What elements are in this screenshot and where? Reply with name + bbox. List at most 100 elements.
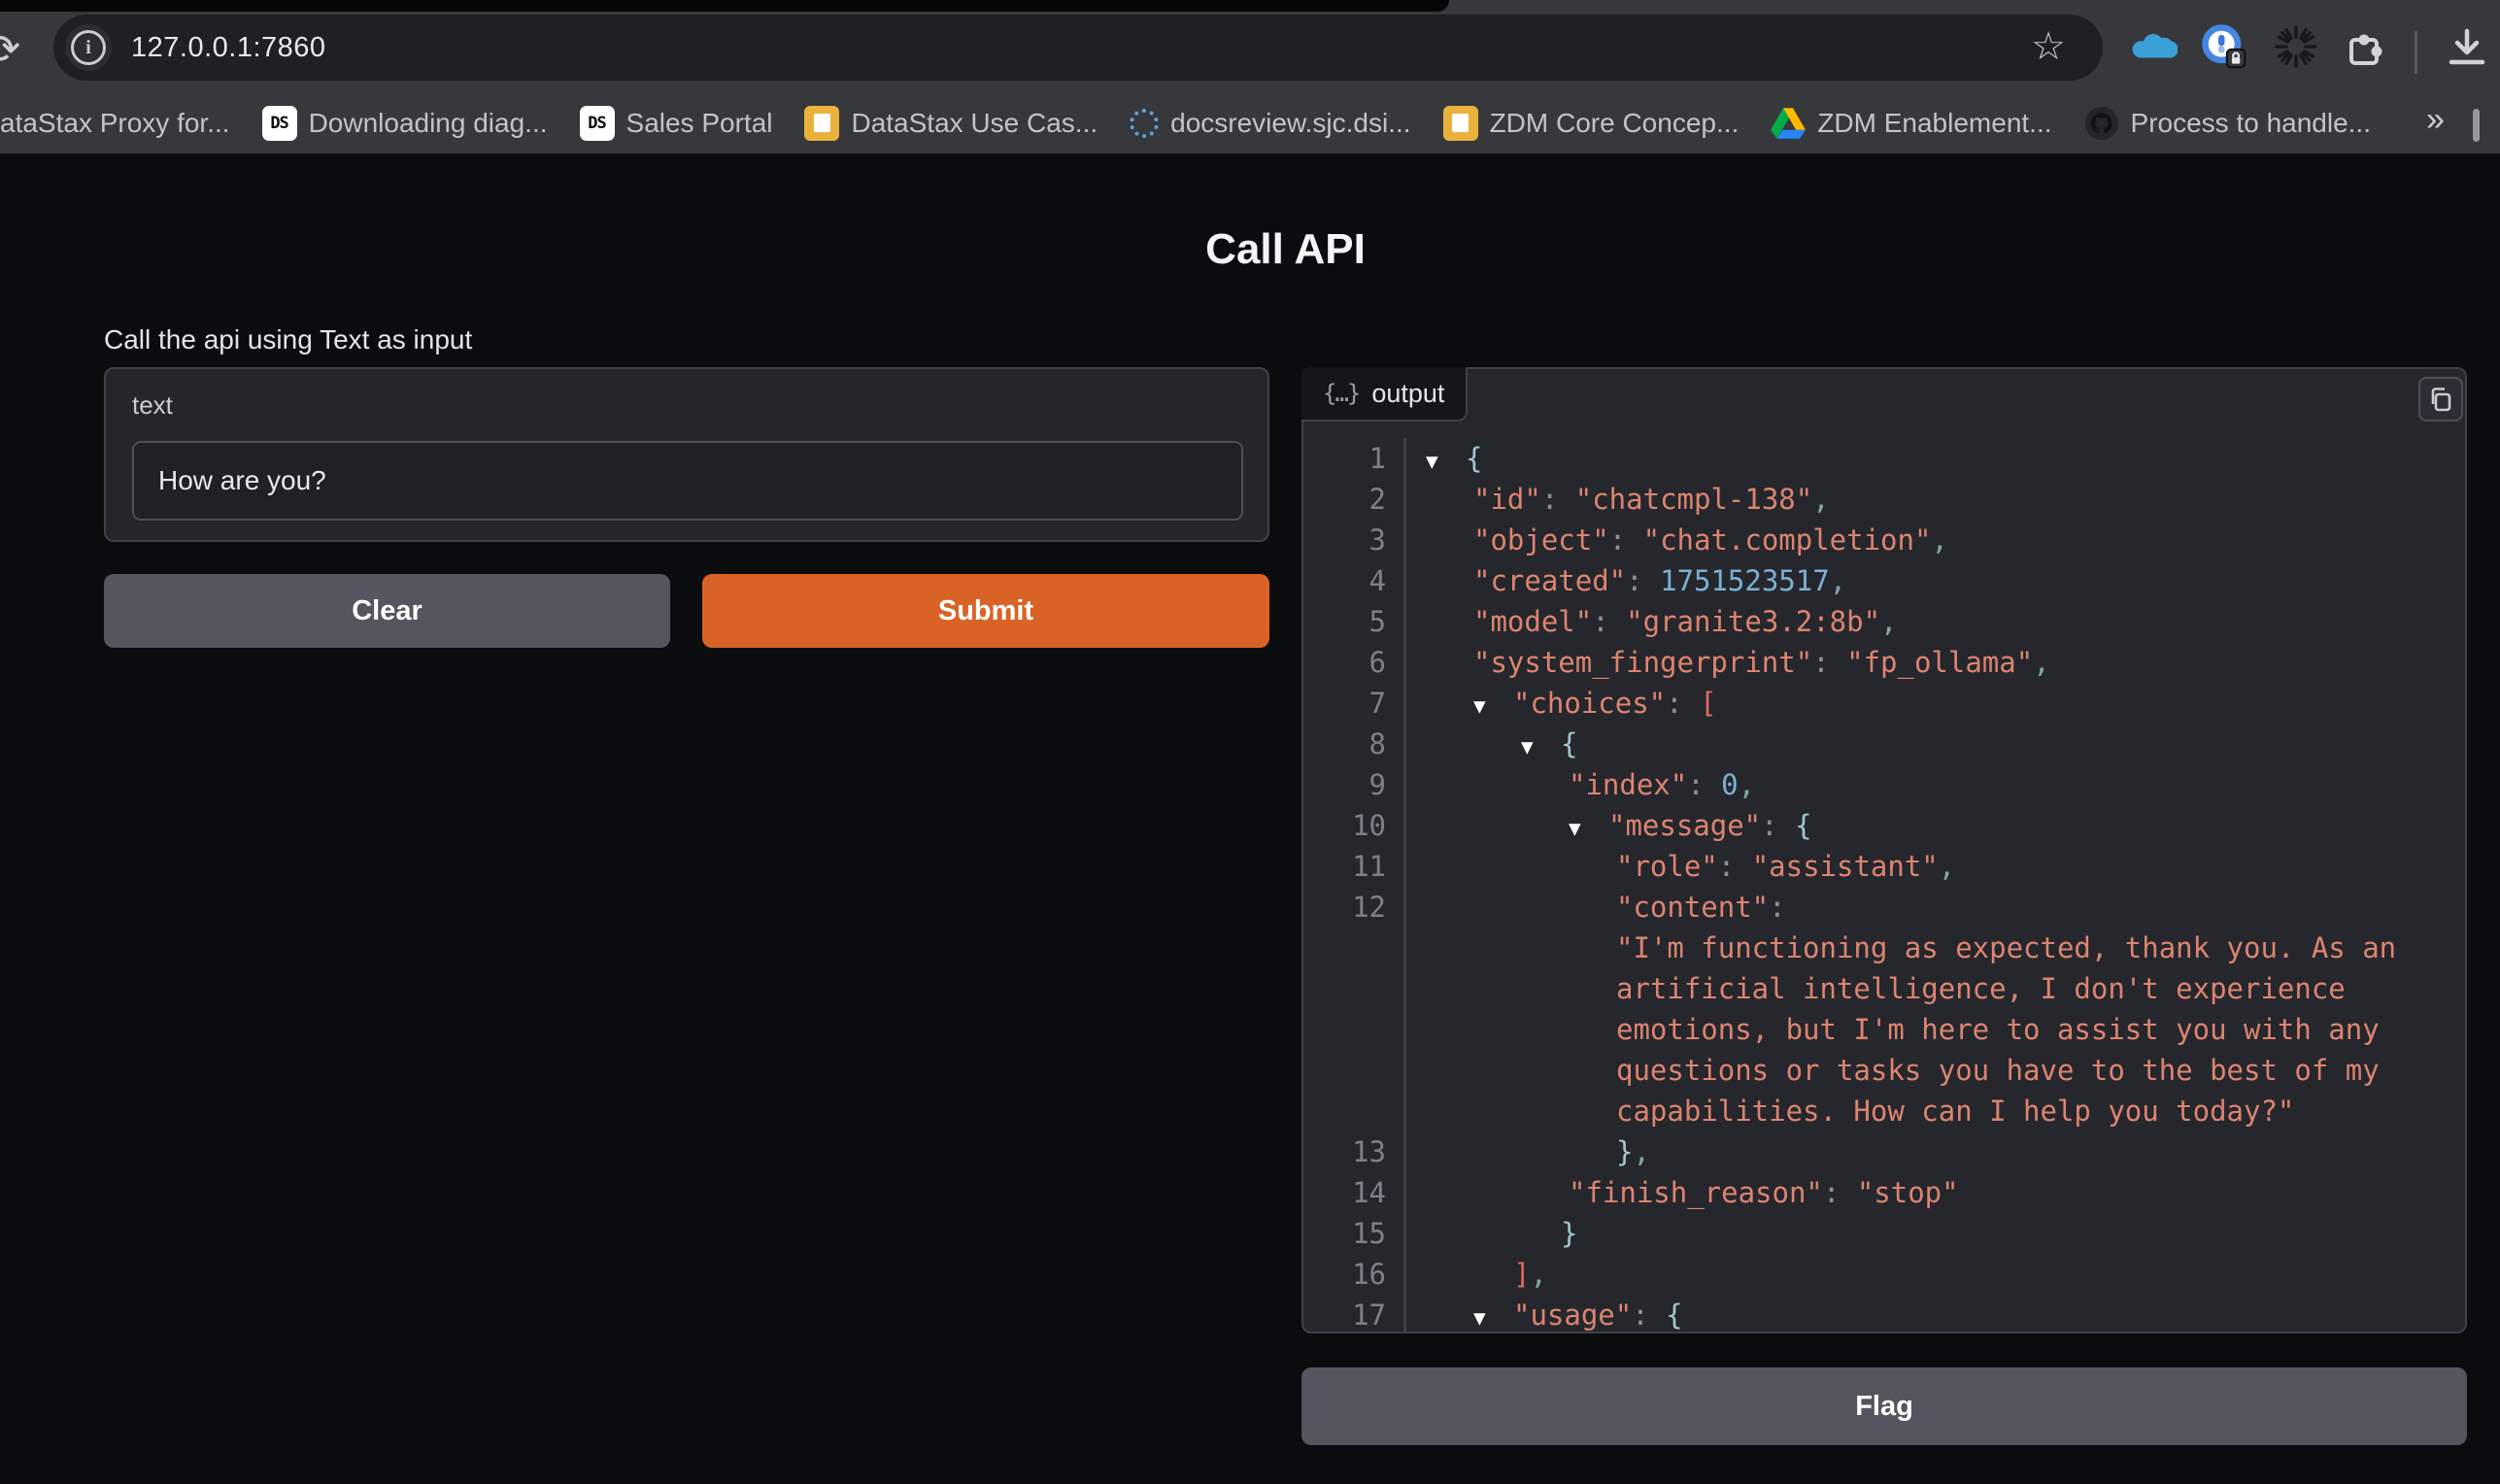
json-token-com: , [1880, 605, 1897, 638]
json-token-cur: { [1795, 809, 1811, 842]
reload-icon[interactable]: ⟳ [0, 25, 20, 73]
json-token-com: , [1939, 850, 1955, 883]
downloads-icon[interactable] [2442, 21, 2492, 72]
bookmark-item[interactable]: ZDM Enablement... [1771, 106, 2051, 141]
scrollbar-thumb[interactable] [2473, 109, 2480, 142]
line-number: 12 [1303, 887, 1386, 928]
spinner-extension-icon[interactable] [2271, 21, 2321, 72]
json-token-com: , [1931, 523, 1947, 556]
bookmark-item[interactable]: ZDM Core Concep... [1443, 106, 1740, 141]
json-line: emotions, but I'm here to assist you wit… [1303, 1009, 2465, 1050]
bookmark-label: ZDM Core Concep... [1490, 108, 1740, 139]
json-braces-icon: {…} [1323, 380, 1359, 407]
json-token-pun: : [1718, 850, 1752, 883]
json-token-pun: : [1687, 768, 1721, 801]
json-line: 15} [1303, 1213, 2465, 1254]
json-token-com: , [2033, 646, 2049, 679]
line-number: 5 [1303, 601, 1386, 642]
json-line: 9"index": 0, [1303, 764, 2465, 805]
url-bar[interactable]: i 127.0.0.1:7860 ☆ [53, 15, 2103, 81]
json-line: 1▼{ [1303, 438, 2465, 479]
bookmark-item[interactable]: docsreview.sjc.dsi... [1130, 108, 1410, 139]
bookmark-item[interactable]: Process to handle... [2084, 106, 2371, 141]
line-number [1303, 1050, 1386, 1091]
json-token-sq: [ [1700, 687, 1716, 720]
json-token-cur: } [1561, 1217, 1577, 1250]
json-token-pun: : [1666, 687, 1700, 720]
json-line: 4"created": 1751523517, [1303, 560, 2465, 601]
collapse-arrow-icon[interactable]: ▼ [1426, 441, 1466, 482]
clear-button[interactable]: Clear [104, 574, 670, 648]
json-token-com: , [1830, 564, 1846, 597]
line-number: 10 [1303, 805, 1386, 846]
ds-favicon-icon: DS [580, 106, 615, 141]
collapse-arrow-icon[interactable]: ▼ [1569, 808, 1608, 849]
json-line: 13}, [1303, 1131, 2465, 1172]
json-token-str: artificial intelligence, I don't experie… [1616, 972, 2346, 1005]
json-token-str: "granite3.2:8b" [1626, 605, 1880, 638]
json-token-key: "system_fingerprint" [1473, 646, 1812, 679]
json-line: artificial intelligence, I don't experie… [1303, 968, 2465, 1009]
bookmark-item[interactable]: DSDownloading diag... [262, 106, 548, 141]
json-line: 2"id": "chatcmpl-138", [1303, 479, 2465, 520]
bookmark-item[interactable]: DataStax Use Cas... [804, 106, 1098, 141]
screen: ⟳ i 127.0.0.1:7860 ☆ [0, 0, 2500, 1484]
flag-button[interactable]: Flag [1301, 1367, 2467, 1445]
bookmarks-overflow-icon[interactable]: » [2426, 101, 2441, 139]
output-label-text: output [1371, 379, 1444, 409]
json-token-pun: : [1812, 646, 1846, 679]
json-line: 14"finish_reason": "stop" [1303, 1172, 2465, 1213]
json-token-pun: : [1626, 564, 1660, 597]
ydoc-favicon-icon [804, 106, 839, 141]
line-number: 7 [1303, 683, 1386, 724]
json-token-key: "content" [1616, 891, 1769, 924]
site-info-chip[interactable]: i [65, 24, 112, 71]
line-number: 4 [1303, 560, 1386, 601]
json-viewer: 1▼{2"id": "chatcmpl-138",3"object": "cha… [1303, 438, 2465, 1332]
json-token-com: , [1812, 483, 1829, 516]
copy-button[interactable] [2418, 377, 2463, 422]
bookmark-item[interactable]: ataStax Proxy for... [0, 108, 230, 139]
json-line: 6"system_fingerprint": "fp_ollama", [1303, 642, 2465, 683]
line-number [1303, 968, 1386, 1009]
json-token-str: "chatcmpl-138" [1575, 483, 1812, 516]
json-line: 17▼"usage": { [1303, 1295, 2465, 1332]
text-input[interactable]: How are you? [132, 441, 1243, 521]
collapse-arrow-icon[interactable]: ▼ [1473, 1298, 1513, 1332]
extensions-puzzle-icon[interactable] [2341, 21, 2391, 72]
text-input-panel: text How are you? [104, 367, 1269, 542]
password-manager-extension-icon[interactable] [2199, 21, 2249, 72]
json-token-sq: ] [1513, 1258, 1530, 1291]
json-token-num: 0 [1721, 768, 1738, 801]
json-token-str: emotions, but I'm here to assist you wit… [1616, 1013, 2380, 1046]
json-token-str: "assistant" [1752, 850, 1939, 883]
collapse-arrow-icon[interactable]: ▼ [1521, 726, 1561, 767]
json-token-key: "index" [1569, 768, 1687, 801]
bookmark-label: DataStax Use Cas... [851, 108, 1098, 139]
line-number: 2 [1303, 479, 1386, 520]
json-token-pun: : [1761, 809, 1795, 842]
url-text[interactable]: 127.0.0.1:7860 [131, 32, 326, 64]
json-token-str: "stop" [1857, 1176, 1959, 1209]
bookmark-item[interactable]: DSSales Portal [580, 106, 773, 141]
json-token-key: "role" [1616, 850, 1718, 883]
json-token-key: "choices" [1513, 687, 1666, 720]
drive-favicon-icon [1771, 106, 1806, 141]
bookmark-label: ataStax Proxy for... [0, 108, 230, 139]
toolbar-divider [2415, 31, 2417, 74]
collapse-arrow-icon[interactable]: ▼ [1473, 686, 1513, 726]
json-line: 7 ▼"choices": [ [1303, 683, 2465, 724]
text-input-value: How are you? [158, 465, 326, 496]
bookmark-star-icon[interactable]: ☆ [2031, 24, 2066, 69]
browser-chrome: ⟳ i 127.0.0.1:7860 ☆ [0, 0, 2500, 153]
json-token-pun: : [1769, 891, 1785, 924]
submit-button[interactable]: Submit [702, 574, 1269, 648]
line-number [1303, 1091, 1386, 1131]
info-icon: i [71, 30, 106, 65]
line-number: 8 [1303, 724, 1386, 764]
json-token-com: , [1633, 1135, 1649, 1168]
json-token-str: "chat.completion" [1643, 523, 1932, 556]
bookmark-label: ZDM Enablement... [1817, 108, 2051, 139]
salesforce-extension-icon[interactable] [2127, 21, 2178, 72]
line-number: 1 [1303, 438, 1386, 479]
